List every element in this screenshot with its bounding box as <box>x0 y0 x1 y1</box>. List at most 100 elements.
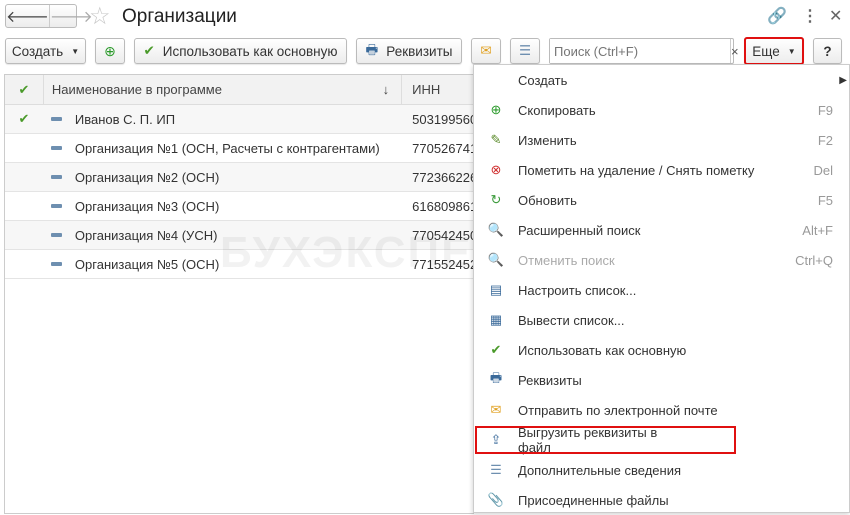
table-header: ✔ Наименование в программе ↓ ИНН <box>5 75 474 105</box>
check-icon: ✔ <box>143 43 155 58</box>
details-icon: ☰ <box>518 43 532 58</box>
use-main-label: Использовать как основную <box>162 43 338 59</box>
item-icon <box>50 233 62 237</box>
envelope-icon: ✉ <box>490 402 502 417</box>
search-input[interactable] <box>550 39 730 63</box>
use-main-button[interactable]: ✔ Использовать как основную <box>134 38 347 64</box>
export-file-icon: ⇪ <box>490 432 502 447</box>
org-name: Организация №1 (ОСН, Расчеты с контраген… <box>74 140 380 156</box>
name-cell: Иванов С. П. ИП <box>43 112 402 127</box>
item-icon <box>50 117 62 121</box>
organizations-table: ✔ Наименование в программе ↓ ИНН ✔ Иванов … <box>4 74 474 514</box>
nav-buttons: 🡐 🡒 <box>5 4 93 28</box>
menu-item-label: Создать <box>518 72 568 88</box>
menu-item[interactable]: ⊕ Скопировать F9 <box>474 95 849 125</box>
menu-item[interactable]: Создать ▶ <box>474 65 849 95</box>
more-vertical-icon[interactable]: ⋮ <box>802 6 818 26</box>
main-check-icon: ✔ <box>18 111 30 126</box>
create-button[interactable]: Создать ▼ <box>5 38 86 64</box>
menu-item[interactable]: 🔍 Отменить поиск Ctrl+Q <box>474 245 849 275</box>
copy-button[interactable]: ⊕ <box>95 38 125 64</box>
forward-arrow-icon[interactable]: 🡒 <box>50 5 93 27</box>
menu-item[interactable]: ▤ Настроить список... <box>474 275 849 305</box>
column-header-name[interactable]: Наименование в программе ↓ <box>42 75 403 104</box>
menu-item[interactable]: ↻ Обновить F5 <box>474 185 849 215</box>
paperclip-icon: 📎 <box>487 492 505 507</box>
name-cell: Организация №2 (ОСН) <box>43 170 402 185</box>
menu-item[interactable]: 🔍 Расширенный поиск Alt+F <box>474 215 849 245</box>
submenu-arrow-icon: ▶ <box>839 74 847 86</box>
menu-item[interactable]: ⇪ Выгрузить реквизиты в файл <box>474 425 737 455</box>
menu-item-label: Реквизиты <box>518 372 582 388</box>
name-cell: Организация №3 (ОСН) <box>43 199 402 214</box>
menu-shortcut: F5 <box>817 192 833 208</box>
requisites-label: Реквизиты <box>386 43 453 59</box>
help-button[interactable]: ? <box>813 38 842 64</box>
name-cell: Организация №1 (ОСН, Расчеты с контраген… <box>43 141 402 156</box>
envelope-icon: ✉ <box>480 43 492 58</box>
menu-item[interactable]: ✔ Использовать как основную <box>474 335 849 365</box>
menu-item-label: Расширенный поиск <box>518 222 641 238</box>
menu-item[interactable]: ⊗ Пометить на удаление / Снять пометку Del <box>474 155 849 185</box>
menu-item-label: Присоединенные файлы <box>518 492 669 508</box>
org-inn: 770542450 <box>412 227 474 243</box>
requisites-button[interactable]: 🖶 Реквизиты <box>356 38 462 64</box>
column-name-label: Наименование в программе <box>51 82 222 97</box>
menu-shortcut: F9 <box>817 102 833 118</box>
favorite-star-icon[interactable]: ☆ <box>89 2 111 31</box>
printer-icon: 🖶 <box>489 370 503 385</box>
copy-icon: ⊕ <box>490 102 502 117</box>
item-icon <box>50 204 62 208</box>
menu-item[interactable]: 📎 Присоединенные файлы <box>474 485 849 515</box>
sort-arrow-icon: ↓ <box>382 82 390 97</box>
table-row[interactable]: Организация №5 (ОСН) 771552452 <box>5 250 474 279</box>
menu-item-label: Настроить список... <box>518 282 637 298</box>
close-icon[interactable]: ✕ <box>829 6 842 26</box>
menu-shortcut: Alt+F <box>802 222 833 238</box>
main-column-check-icon[interactable]: ✔ <box>5 82 43 98</box>
item-icon <box>50 262 62 266</box>
menu-item-label: Вывести список... <box>518 312 625 328</box>
table-row[interactable]: Организация №4 (УСН) 770542450 <box>5 221 474 250</box>
details-icon: ☰ <box>490 462 502 477</box>
more-label: Еще <box>752 43 780 59</box>
menu-item-label: Изменить <box>518 132 577 148</box>
menu-shortcut: Ctrl+Q <box>795 252 833 268</box>
menu-item[interactable]: 🖶 Реквизиты <box>474 365 849 395</box>
delete-mark-icon: ⊗ <box>490 162 502 177</box>
menu-item[interactable]: ✎ Изменить F2 <box>474 125 849 155</box>
dropdown-icon: ▼ <box>71 46 80 56</box>
search-icon: 🔍 <box>487 222 505 237</box>
table-row[interactable]: Организация №3 (ОСН) 616809861 <box>5 192 474 221</box>
check-icon: ✔ <box>490 342 502 357</box>
table-row[interactable]: ✔ Иванов С. П. ИП 503199560 <box>5 105 474 134</box>
menu-shortcut: Del <box>813 162 833 178</box>
column-header-inn[interactable]: ИНН <box>402 82 474 97</box>
search-clear-button[interactable]: × <box>730 39 739 63</box>
menu-item[interactable]: ✉ Отправить по электронной почте <box>474 395 849 425</box>
table-row[interactable]: Организация №2 (ОСН) 772366226 <box>5 163 474 192</box>
org-inn: 770526741 <box>412 140 474 156</box>
org-inn: 772366226 <box>412 169 474 185</box>
list-settings-icon: ▤ <box>489 282 503 297</box>
search-field: × <box>549 38 739 64</box>
org-name: Организация №4 (УСН) <box>74 227 218 243</box>
menu-item-label: Отменить поиск <box>518 252 615 268</box>
table-row[interactable]: Организация №1 (ОСН, Расчеты с контраген… <box>5 134 474 163</box>
menu-item-label: Обновить <box>518 192 577 208</box>
output-list-icon: ▦ <box>489 312 503 327</box>
details-button[interactable]: ☰ <box>510 38 540 64</box>
dropdown-icon: ▼ <box>787 46 796 56</box>
org-inn: 771552452 <box>412 256 474 272</box>
menu-item-label: Скопировать <box>518 102 596 118</box>
menu-item-label: Отправить по электронной почте <box>518 402 718 418</box>
back-arrow-icon[interactable]: 🡐 <box>6 5 50 27</box>
more-button[interactable]: Еще ▼ <box>744 37 804 65</box>
link-icon[interactable]: 🔗 <box>767 6 787 26</box>
menu-item[interactable]: ☰ Дополнительные сведения <box>474 455 849 485</box>
org-name: Организация №5 (ОСН) <box>74 256 220 272</box>
name-cell: Организация №4 (УСН) <box>43 228 402 243</box>
menu-item[interactable]: ▦ Вывести список... <box>474 305 849 335</box>
name-cell: Организация №5 (ОСН) <box>43 257 402 272</box>
email-button[interactable]: ✉ <box>471 38 501 64</box>
